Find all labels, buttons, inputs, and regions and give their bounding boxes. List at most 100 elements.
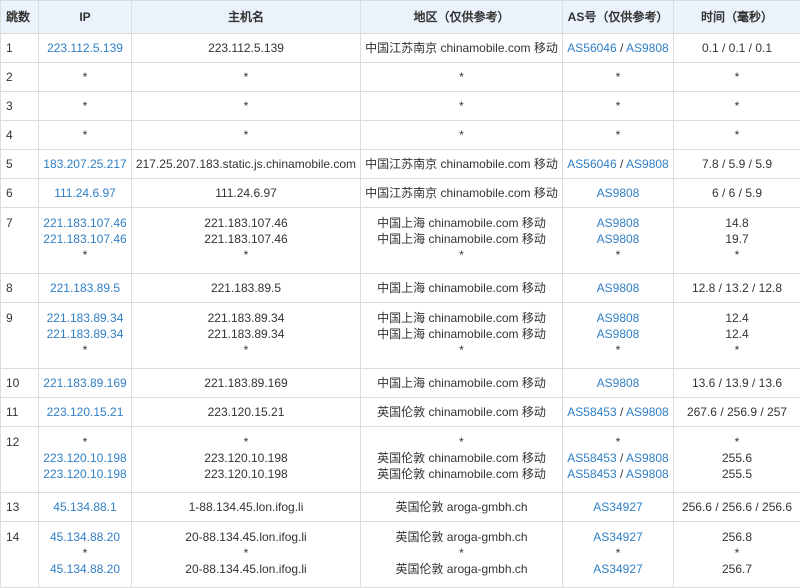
host-line: * [134, 247, 358, 263]
ip-line: 221.183.89.5 [41, 280, 129, 296]
as-link[interactable]: AS56046 [567, 41, 616, 55]
as-link[interactable]: AS9808 [597, 311, 640, 325]
ip-cell: 223.120.15.21 [39, 398, 132, 427]
ip-link[interactable]: 221.183.89.34 [47, 311, 124, 325]
host-line: 221.183.89.5 [134, 280, 358, 296]
time-line: * [676, 434, 798, 450]
as-cell: AS9808 [563, 369, 674, 398]
table-row: 8221.183.89.5221.183.89.5中国上海 chinamobil… [1, 274, 800, 303]
host-line: 20-88.134.45.lon.ifog.li [134, 529, 358, 545]
as-link[interactable]: AS9808 [597, 186, 640, 200]
host-line: 223.120.15.21 [134, 404, 358, 420]
host-cell: 221.183.107.46221.183.107.46* [132, 208, 361, 274]
time-cell: *255.6255.5 [674, 427, 800, 493]
as-link[interactable]: AS9808 [597, 232, 640, 246]
ip-column-header: IP [39, 1, 132, 34]
region-cell: * [361, 92, 563, 121]
as-line: * [565, 247, 671, 263]
as-empty: * [616, 70, 621, 84]
ip-link[interactable]: 111.24.6.97 [54, 186, 116, 200]
as-line: * [565, 545, 671, 561]
as-line: AS34927 [565, 499, 671, 515]
ip-link[interactable]: 183.207.25.217 [43, 157, 126, 171]
host-line: 1-88.134.45.lon.ifog.li [134, 499, 358, 515]
as-line: AS9808 [565, 310, 671, 326]
region-line: 英国伦敦 chinamobile.com 移动 [363, 450, 560, 466]
ip-line: 221.183.89.169 [41, 375, 129, 391]
time-line: 255.5 [676, 466, 798, 482]
host-line: 221.183.107.46 [134, 231, 358, 247]
ip-link[interactable]: 221.183.89.5 [50, 281, 120, 295]
ip-cell: 223.112.5.139 [39, 34, 132, 63]
as-link[interactable]: AS9808 [626, 41, 669, 55]
hop-cell: 11 [1, 398, 39, 427]
ip-link[interactable]: 223.120.10.198 [43, 451, 126, 465]
ip-link[interactable]: 221.183.107.46 [43, 216, 126, 230]
ip-line: * [41, 69, 129, 85]
time-line: 255.6 [676, 450, 798, 466]
ip-cell: 221.183.107.46221.183.107.46* [39, 208, 132, 274]
ip-link[interactable]: 223.120.15.21 [47, 405, 124, 419]
ip-link[interactable]: 221.183.89.34 [47, 327, 124, 341]
time-line: * [676, 545, 798, 561]
as-cell: AS9808 [563, 179, 674, 208]
region-line: * [363, 127, 560, 143]
host-column-header: 主机名 [132, 1, 361, 34]
table-row: 7221.183.107.46221.183.107.46*221.183.10… [1, 208, 800, 274]
as-link[interactable]: AS9808 [597, 281, 640, 295]
region-cell: 中国上海 chinamobile.com 移动中国上海 chinamobile.… [361, 208, 563, 274]
as-link[interactable]: AS58453 [567, 467, 616, 481]
ip-line: 221.183.107.46 [41, 231, 129, 247]
ip-cell: 45.134.88.1 [39, 493, 132, 522]
as-separator: / [617, 41, 626, 55]
as-link[interactable]: AS58453 [567, 451, 616, 465]
ip-link[interactable]: 45.134.88.20 [50, 530, 120, 544]
as-link[interactable]: AS9808 [626, 405, 669, 419]
as-line: AS9808 [565, 185, 671, 201]
time-cell: 12.8 / 13.2 / 12.8 [674, 274, 800, 303]
region-cell: 中国上海 chinamobile.com 移动 [361, 369, 563, 398]
as-line: * [565, 342, 671, 358]
region-cell: 中国上海 chinamobile.com 移动 [361, 274, 563, 303]
as-line: AS34927 [565, 529, 671, 545]
as-link[interactable]: AS58453 [567, 405, 616, 419]
ip-link[interactable]: 221.183.107.46 [43, 232, 126, 246]
time-line: * [676, 69, 798, 85]
ip-link[interactable]: 223.120.10.198 [43, 467, 126, 481]
as-separator: / [617, 467, 626, 481]
table-row: 1345.134.88.11-88.134.45.lon.ifog.li英国伦敦… [1, 493, 800, 522]
hop-cell: 12 [1, 427, 39, 493]
ip-line: 45.134.88.20 [41, 561, 129, 577]
ip-link[interactable]: 45.134.88.1 [53, 500, 116, 514]
ip-link[interactable]: 221.183.89.169 [43, 376, 126, 390]
hop-cell: 13 [1, 493, 39, 522]
ip-cell: 221.183.89.34221.183.89.34* [39, 303, 132, 369]
as-link[interactable]: AS56046 [567, 157, 616, 171]
as-link[interactable]: AS9808 [626, 467, 669, 481]
time-cell: 14.819.7* [674, 208, 800, 274]
time-cell: * [674, 121, 800, 150]
time-line: 14.8 [676, 215, 798, 231]
as-link[interactable]: AS9808 [597, 216, 640, 230]
host-cell: 221.183.89.169 [132, 369, 361, 398]
as-link[interactable]: AS9808 [626, 157, 669, 171]
table-row: 3***** [1, 92, 800, 121]
hop-cell: 8 [1, 274, 39, 303]
host-line: 20-88.134.45.lon.ifog.li [134, 561, 358, 577]
as-link[interactable]: AS9808 [626, 451, 669, 465]
as-link[interactable]: AS34927 [593, 500, 642, 514]
as-link[interactable]: AS9808 [597, 376, 640, 390]
as-link[interactable]: AS34927 [593, 530, 642, 544]
as-link[interactable]: AS9808 [597, 327, 640, 341]
host-line: 223.112.5.139 [134, 40, 358, 56]
ip-line: * [41, 98, 129, 114]
time-line: 0.1 / 0.1 / 0.1 [676, 40, 798, 56]
ip-cell: 221.183.89.5 [39, 274, 132, 303]
region-line: 英国伦敦 aroga-gmbh.ch [363, 529, 560, 545]
table-header: 跳数 IP 主机名 地区（仅供参考） AS号（仅供参考） 时间（毫秒） [1, 1, 800, 34]
table-row: 4***** [1, 121, 800, 150]
table-row: 11223.120.15.21223.120.15.21英国伦敦 chinamo… [1, 398, 800, 427]
region-line: * [363, 98, 560, 114]
ip-link[interactable]: 223.112.5.139 [47, 41, 123, 55]
hop-cell: 3 [1, 92, 39, 121]
